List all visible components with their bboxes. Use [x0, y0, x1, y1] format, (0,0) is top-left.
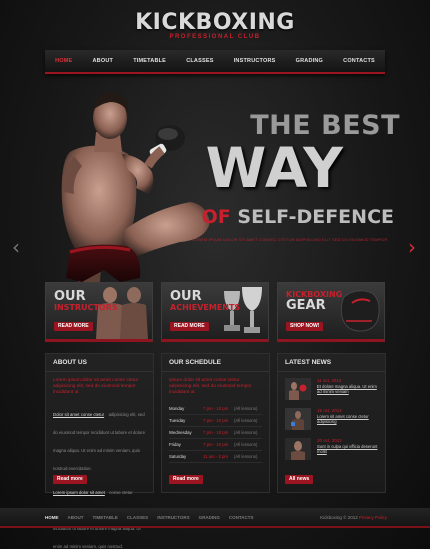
schedule-note: (All lessons) [234, 429, 258, 435]
site-logo[interactable]: KICKBOXING [0, 10, 430, 35]
promo-gear[interactable]: Kickboxing GEAR SHOP NOW! [277, 282, 385, 342]
site-header: KICKBOXING PROFESSIONAL CLUB [0, 0, 430, 50]
nav-item-instructors[interactable]: INSTRUCTORS [234, 58, 276, 64]
news-section: LATEST NEWS 11 oct, 2012 Et dolore magna… [277, 353, 386, 493]
news-thumbnail[interactable] [285, 408, 311, 430]
news-link[interactable]: Lorem sit amet conse ctetur adipisicing [317, 414, 378, 425]
news-thumbnail[interactable] [285, 378, 311, 400]
shop-now-button[interactable]: SHOP NOW! [286, 322, 324, 331]
promo-achievements-title: OUR ACHIEVEMENTS [170, 290, 240, 313]
about-read-more-button[interactable]: Read more [53, 475, 87, 484]
chevron-left-icon[interactable]: ‹ [11, 237, 21, 257]
footer-nav-timetable[interactable]: TIMETABLE [93, 515, 118, 520]
schedule-row: Tuesday 7 pm - 10 pm (All lessons) [169, 415, 262, 427]
all-news-button[interactable]: All news [285, 475, 314, 484]
nav-item-home[interactable]: HOME [55, 58, 72, 64]
about-link-1[interactable]: Dolor sit amet conse ctetur [53, 412, 104, 417]
about-link-2[interactable]: Lorem ipsum dolor sit amet [53, 490, 105, 495]
footer-nav-about[interactable]: ABOUT [68, 515, 84, 520]
read-more-button[interactable]: READ MORE [170, 322, 209, 331]
page: KICKBOXING PROFESSIONAL CLUB HOME ABOUT … [0, 0, 430, 549]
news-item[interactable]: 20 oct, 2012 Sunt in culpa qui officia d… [285, 438, 378, 468]
schedule-day: Tuesday [169, 417, 186, 423]
news-link[interactable]: Et dolore magna aliqua. Ut enim ad minim… [317, 384, 378, 395]
nav-item-contacts[interactable]: CONTACTS [343, 58, 375, 64]
hero-heading-rest: SELF-DEFENCE [237, 206, 394, 228]
site-footer: HOME ABOUT TIMETABLE CLASSES INSTRUCTORS… [0, 508, 430, 528]
schedule-title: OUR SCHEDULE [162, 354, 269, 372]
promo-instructors[interactable]: OUR INSTRUCTORS READ MORE [45, 282, 153, 342]
footer-copyright: Kickboxing © 2012 Privacy Policy [320, 515, 387, 520]
site-tagline: PROFESSIONAL CLUB [169, 34, 261, 40]
hero-heading-accent: OF [201, 206, 231, 228]
schedule-day: Monday [169, 405, 185, 411]
schedule-note: (All lessons) [234, 453, 258, 459]
schedule-row: Friday 7 pm - 10 pm (All lessons) [169, 439, 262, 451]
fighter-image [61, 92, 210, 282]
schedule-read-more-button[interactable]: Read more [169, 475, 203, 484]
main-nav: HOME ABOUT TIMETABLE CLASSES INSTRUCTORS… [45, 50, 385, 74]
schedule-row: Wednesday 7 pm - 10 pm (All lessons) [169, 427, 262, 439]
promo-gear-title: Kickboxing GEAR [286, 290, 342, 312]
about-title: ABOUT US [46, 354, 153, 372]
news-title: LATEST NEWS [278, 354, 385, 372]
promo-instructors-title-bottom: INSTRUCTORS [54, 303, 118, 312]
about-text-1: adipisicing elit, sed do eiusmod tempor … [53, 411, 145, 471]
schedule-section: OUR SCHEDULE Ipsum dolor sit amet conse … [161, 353, 270, 493]
schedule-note: (All lessons) [234, 417, 258, 423]
privacy-policy-link[interactable]: Privacy Policy [359, 515, 387, 520]
schedule-day: Wednesday [169, 429, 192, 435]
promo-instructors-title-top: OUR [54, 289, 86, 304]
schedule-time: 7 pm - 10 pm [203, 417, 229, 423]
nav-item-about[interactable]: ABOUT [93, 58, 114, 64]
footer-nav-instructors[interactable]: INSTRUCTORS [157, 515, 189, 520]
schedule-time: 7 pm - 10 pm [203, 429, 229, 435]
news-item[interactable]: 11 oct, 2012 Et dolore magna aliqua. Ut … [285, 378, 378, 408]
schedule-day: Saturday [169, 453, 187, 459]
schedule-note: (All lessons) [234, 441, 258, 447]
footer-nav-contacts[interactable]: CONTACTS [229, 515, 254, 520]
footer-nav-classes[interactable]: CLASSES [127, 515, 148, 520]
nav-item-grading[interactable]: GRADING [296, 58, 323, 64]
nav-item-timetable[interactable]: TIMETABLE [133, 58, 166, 64]
promo-achievements-title-bottom: ACHIEVEMENTS [170, 303, 241, 312]
hero-heading-line2: WAY [205, 136, 344, 200]
chevron-right-icon[interactable]: › [407, 237, 417, 257]
nav-item-classes[interactable]: CLASSES [186, 58, 213, 64]
schedule-lead: Ipsum dolor sit amet conse ctetur adipis… [169, 378, 252, 396]
hero-tagline: LOREM IPSUM DOLOR SIT AMET CONSEC CTETUR… [192, 237, 388, 242]
read-more-button[interactable]: READ MORE [54, 322, 93, 331]
schedule-row: Monday 7 pm - 10 pm (All lessons) [169, 403, 262, 415]
footer-nav-grading[interactable]: GRADING [199, 515, 220, 520]
about-section: ABOUT US Lorem ipsum dolor sit amet cons… [45, 353, 154, 549]
copyright-text: Kickboxing © 2012 [320, 515, 358, 520]
promo-achievements[interactable]: OUR ACHIEVEMENTS READ MORE [161, 282, 269, 342]
promo-achievements-title-top: OUR [170, 289, 202, 304]
hero-heading-line3: OF SELF-DEFENCE [202, 206, 394, 228]
schedule-time: 11 am - 2 pm [203, 453, 228, 459]
about-lead: Lorem ipsum dolor sit amet conse ctetur … [53, 378, 139, 396]
footer-nav-home[interactable]: HOME [45, 515, 59, 520]
news-item[interactable]: 15 oct, 2012 Lorem sit amet conse ctetur… [285, 408, 378, 438]
news-link[interactable]: Sunt in culpa qui officia deserunt molli… [317, 444, 378, 455]
schedule-time: 7 pm - 10 pm [203, 441, 229, 447]
footer-nav: HOME ABOUT TIMETABLE CLASSES INSTRUCTORS… [45, 515, 254, 520]
hero-slider: THE BEST WAY OF SELF-DEFENCE LOREM IPSUM… [0, 76, 430, 282]
schedule-day: Friday [169, 441, 181, 447]
news-thumbnail[interactable] [285, 438, 311, 460]
schedule-row: Saturday 11 am - 2 pm (All lessons) [169, 451, 262, 463]
promo-instructors-title: OUR INSTRUCTORS [54, 290, 118, 313]
schedule-note: (All lessons) [234, 405, 258, 411]
promo-gear-title-bottom: GEAR [286, 298, 326, 313]
schedule-time: 7 pm - 10 pm [203, 405, 229, 411]
